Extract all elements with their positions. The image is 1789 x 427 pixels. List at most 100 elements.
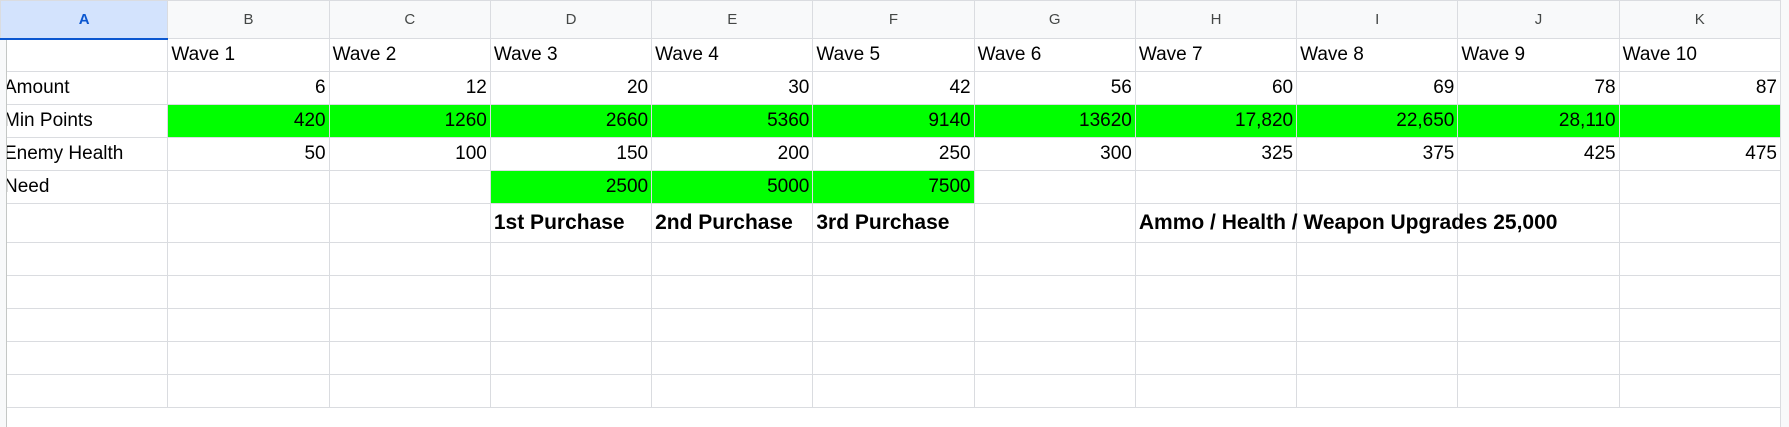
cell-b6[interactable] (167, 203, 330, 243)
cell-a8[interactable] (0, 275, 169, 309)
cell-h2[interactable]: 60 (1134, 71, 1298, 105)
cell-c3[interactable]: 1260 (328, 104, 491, 138)
cell-a3[interactable]: Min Points (0, 104, 169, 138)
cell-h4[interactable]: 325 (1134, 137, 1298, 171)
cell-j10[interactable] (1457, 341, 1620, 375)
cell-b8[interactable] (167, 275, 330, 309)
cell-j2[interactable]: 78 (1457, 71, 1620, 105)
cell-e5[interactable]: 5000 (651, 170, 814, 204)
cell-c10[interactable] (328, 341, 491, 375)
cell-c4[interactable]: 100 (328, 137, 491, 171)
cell-e1[interactable]: Wave 4 (651, 38, 814, 72)
cell-f8[interactable] (812, 275, 975, 309)
cell-j11[interactable] (1457, 374, 1620, 408)
column-header-h[interactable]: H (1134, 0, 1298, 39)
cell-k4[interactable]: 475 (1618, 137, 1782, 171)
cell-e2[interactable]: 30 (651, 71, 814, 105)
cell-g9[interactable] (973, 308, 1136, 342)
cell-d6[interactable]: 1st Purchase (489, 203, 653, 243)
cell-h7[interactable] (1134, 242, 1298, 276)
cell-k8[interactable] (1618, 275, 1782, 309)
cell-j8[interactable] (1457, 275, 1620, 309)
cell-g8[interactable] (973, 275, 1136, 309)
cell-b7[interactable] (167, 242, 330, 276)
column-header-c[interactable]: C (328, 0, 491, 39)
cell-f6[interactable]: 3rd Purchase (812, 203, 975, 243)
cell-d5[interactable]: 2500 (489, 170, 653, 204)
cell-i2[interactable]: 69 (1296, 71, 1459, 105)
cell-j4[interactable]: 425 (1457, 137, 1620, 171)
cell-d3[interactable]: 2660 (489, 104, 653, 138)
cell-h6[interactable]: Ammo / Health / Weapon Upgrades 25,000 (1134, 203, 1557, 243)
cell-f2[interactable]: 42 (812, 71, 975, 105)
cell-e7[interactable] (651, 242, 814, 276)
column-header-f[interactable]: F (812, 0, 975, 39)
cell-e4[interactable]: 200 (651, 137, 814, 171)
cell-a4[interactable]: Enemy Health (0, 137, 169, 171)
cell-g3[interactable]: 13620 (973, 104, 1136, 138)
cell-i11[interactable] (1296, 374, 1459, 408)
cell-d10[interactable] (489, 341, 653, 375)
cell-d9[interactable] (489, 308, 653, 342)
cell-j9[interactable] (1457, 308, 1620, 342)
cell-k1[interactable]: Wave 10 (1618, 38, 1782, 72)
cell-e8[interactable] (651, 275, 814, 309)
cell-c1[interactable]: Wave 2 (328, 38, 491, 72)
cell-f4[interactable]: 250 (812, 137, 975, 171)
cell-c8[interactable] (328, 275, 491, 309)
column-header-k[interactable]: K (1618, 0, 1782, 39)
column-header-g[interactable]: G (973, 0, 1136, 39)
cell-i8[interactable] (1296, 275, 1459, 309)
cell-d1[interactable]: Wave 3 (489, 38, 653, 72)
cell-f10[interactable] (812, 341, 975, 375)
cell-h3[interactable]: 17,820 (1134, 104, 1298, 138)
column-header-d[interactable]: D (489, 0, 653, 39)
cell-a6[interactable] (0, 203, 169, 243)
column-header-j[interactable]: J (1457, 0, 1620, 39)
cell-f3[interactable]: 9140 (812, 104, 975, 138)
cell-e9[interactable] (651, 308, 814, 342)
cell-a10[interactable] (0, 341, 169, 375)
cell-k3[interactable] (1618, 104, 1782, 138)
cell-h11[interactable] (1134, 374, 1298, 408)
cell-a11[interactable] (0, 374, 169, 408)
cell-i5[interactable] (1296, 170, 1459, 204)
cell-c11[interactable] (328, 374, 491, 408)
cell-i7[interactable] (1296, 242, 1459, 276)
cell-e10[interactable] (651, 341, 814, 375)
column-header-e[interactable]: E (651, 0, 814, 39)
cell-k2[interactable]: 87 (1618, 71, 1782, 105)
cell-k7[interactable] (1618, 242, 1782, 276)
cell-a2[interactable]: Amount (0, 71, 169, 105)
vertical-scrollbar[interactable] (1780, 0, 1789, 427)
cell-i4[interactable]: 375 (1296, 137, 1459, 171)
cell-a5[interactable]: Need (0, 170, 169, 204)
cell-f1[interactable]: Wave 5 (812, 38, 975, 72)
cell-a7[interactable] (0, 242, 169, 276)
cell-b4[interactable]: 50 (167, 137, 330, 171)
cell-i3[interactable]: 22,650 (1296, 104, 1459, 138)
cell-g7[interactable] (973, 242, 1136, 276)
cell-j7[interactable] (1457, 242, 1620, 276)
cell-i1[interactable]: Wave 8 (1296, 38, 1459, 72)
cell-j5[interactable] (1457, 170, 1620, 204)
cell-k9[interactable] (1618, 308, 1782, 342)
cell-b3[interactable]: 420 (167, 104, 330, 138)
cell-h5[interactable] (1134, 170, 1298, 204)
column-header-i[interactable]: I (1296, 0, 1459, 39)
cell-j1[interactable]: Wave 9 (1457, 38, 1620, 72)
cell-a1[interactable] (0, 38, 169, 72)
cell-k11[interactable] (1618, 374, 1782, 408)
cell-a9[interactable] (0, 308, 169, 342)
cell-b10[interactable] (167, 341, 330, 375)
cell-g11[interactable] (973, 374, 1136, 408)
cell-f7[interactable] (812, 242, 975, 276)
cell-i10[interactable] (1296, 341, 1459, 375)
cell-k10[interactable] (1618, 341, 1782, 375)
cell-d11[interactable] (489, 374, 653, 408)
cell-b1[interactable]: Wave 1 (167, 38, 330, 72)
cell-c2[interactable]: 12 (328, 71, 491, 105)
column-header-a[interactable]: A (0, 0, 169, 40)
cell-e6[interactable]: 2nd Purchase (651, 203, 814, 243)
cell-b11[interactable] (167, 374, 330, 408)
